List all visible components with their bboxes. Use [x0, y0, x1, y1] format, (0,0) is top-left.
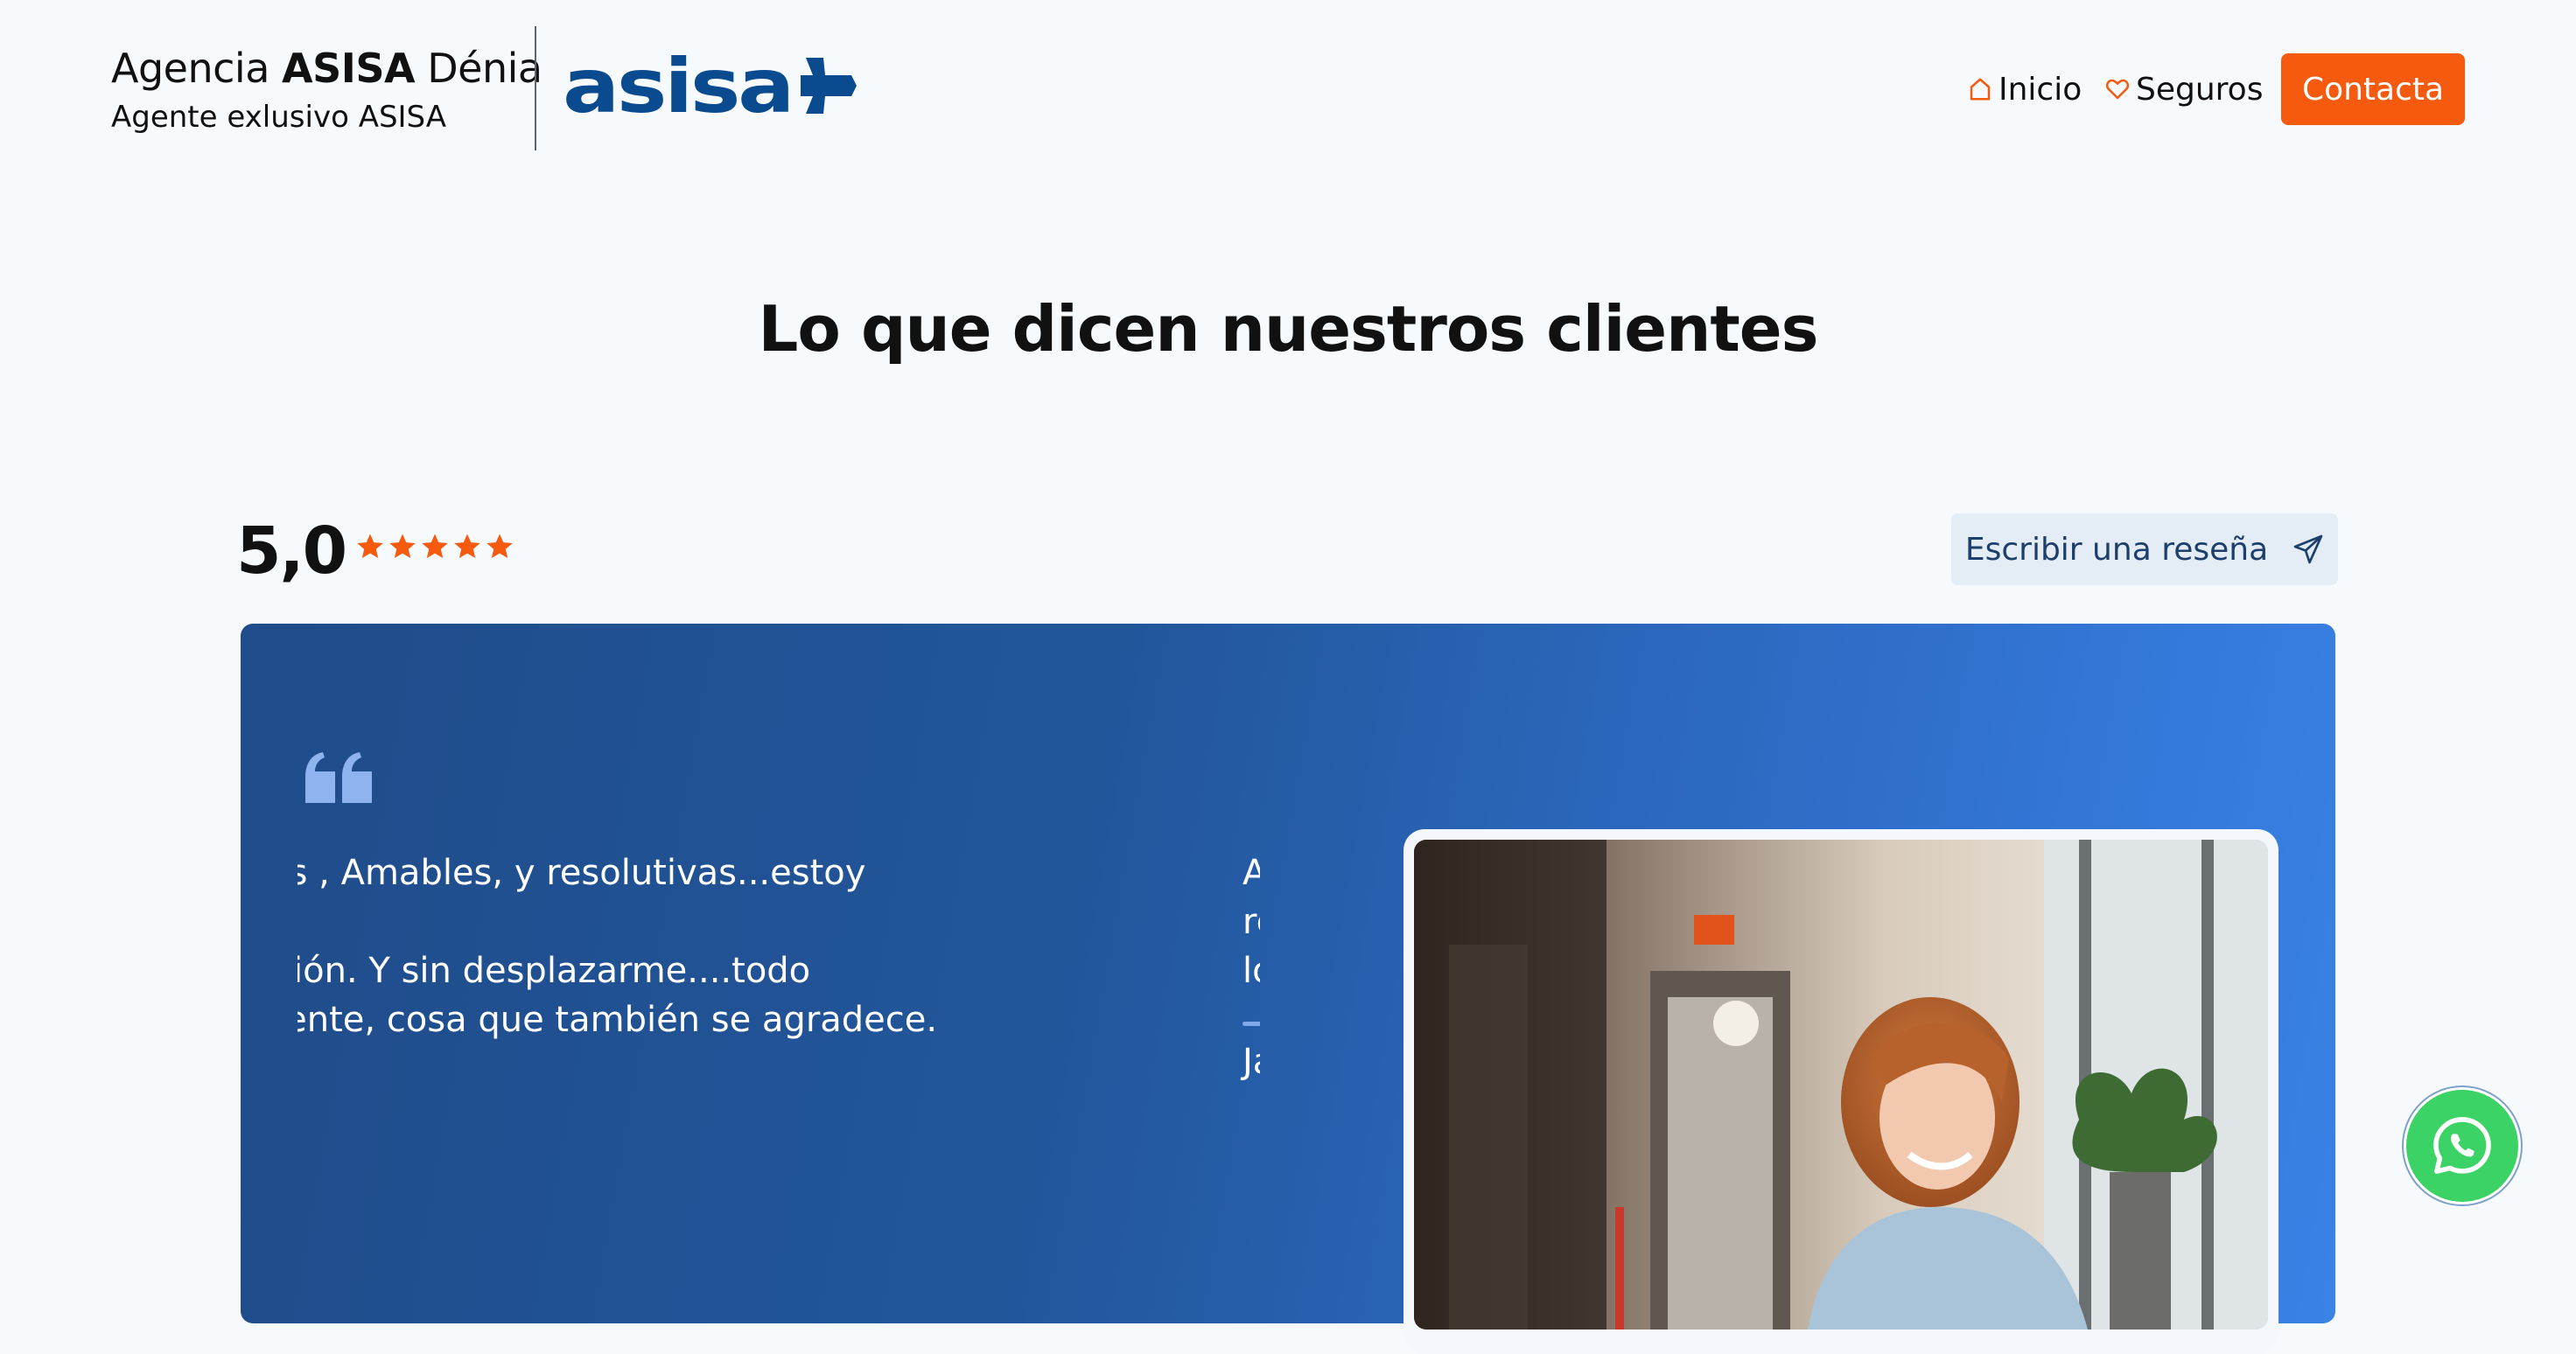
- rating-stars: [355, 532, 514, 562]
- testimonial-line: náticamente, cosa que también se agradec…: [298, 1000, 938, 1040]
- nav-inicio[interactable]: Inicio: [1967, 63, 2082, 115]
- write-review-label: Escribir una reseña: [1964, 531, 2269, 568]
- brand-prefix: Agencia: [111, 45, 283, 92]
- brand-title: Agencia ASISA Dénia: [111, 37, 542, 100]
- heart-icon: [2105, 79, 2130, 100]
- section-title: Lo que dicen nuestros clientes: [758, 292, 1819, 366]
- brand-suffix: Dénia: [415, 45, 542, 92]
- testimonial-divider: [1242, 1022, 1260, 1026]
- star-icon: [357, 534, 383, 559]
- testimonial-text: A re lo: [1242, 848, 1260, 995]
- brand-bold: ASISA: [282, 45, 416, 92]
- testimonial-line: re: [1242, 902, 1260, 942]
- rating-score: 5,0: [236, 513, 347, 589]
- whatsapp-icon: [2433, 1117, 2491, 1174]
- testimonial-line: esionales , Amables, y resolutivas...est…: [298, 853, 866, 942]
- brand-subtitle: Agente exlusivo ASISA: [111, 100, 447, 135]
- testimonial-author: Ja: [1242, 1042, 1260, 1082]
- contact-button[interactable]: Contacta: [2281, 53, 2465, 125]
- logo-wordmark: asisa: [563, 49, 792, 122]
- home-icon: [1970, 78, 1991, 101]
- testimonial-slide: esionales , Amables, y resolutivas...est…: [298, 848, 1018, 1128]
- nav-inicio-label: Inicio: [1998, 71, 2082, 108]
- brand-divider: [535, 26, 536, 150]
- nav-seguros-label: Seguros: [2136, 71, 2264, 108]
- quote-icon: [305, 752, 372, 803]
- testimonial-line: su atención. Y sin desplazarme....todo: [298, 951, 811, 991]
- write-review-button[interactable]: Escribir una reseña: [1951, 513, 2338, 585]
- send-icon: [2293, 534, 2323, 564]
- testimonial-slider[interactable]: esionales , Amables, y resolutivas...est…: [298, 848, 1260, 1128]
- nav-seguros[interactable]: Seguros: [2104, 63, 2263, 115]
- asisa-logo[interactable]: asisa: [563, 49, 860, 122]
- logo-plane-mark: [801, 58, 857, 114]
- testimonial-text: esionales , Amables, y resolutivas...est…: [298, 848, 1018, 1044]
- client-photo: [1414, 840, 2268, 1330]
- testimonial-line: A: [1242, 853, 1260, 893]
- testimonial-stars: [298, 1110, 1018, 1128]
- testimonial-line: lo: [1242, 951, 1260, 991]
- star-icon: [486, 534, 513, 559]
- star-icon: [422, 534, 448, 559]
- whatsapp-button[interactable]: [2406, 1090, 2518, 1202]
- star-icon: [389, 534, 416, 559]
- star-icon: [454, 534, 480, 559]
- testimonial-slide-next: A re lo Ja: [1242, 848, 1260, 1082]
